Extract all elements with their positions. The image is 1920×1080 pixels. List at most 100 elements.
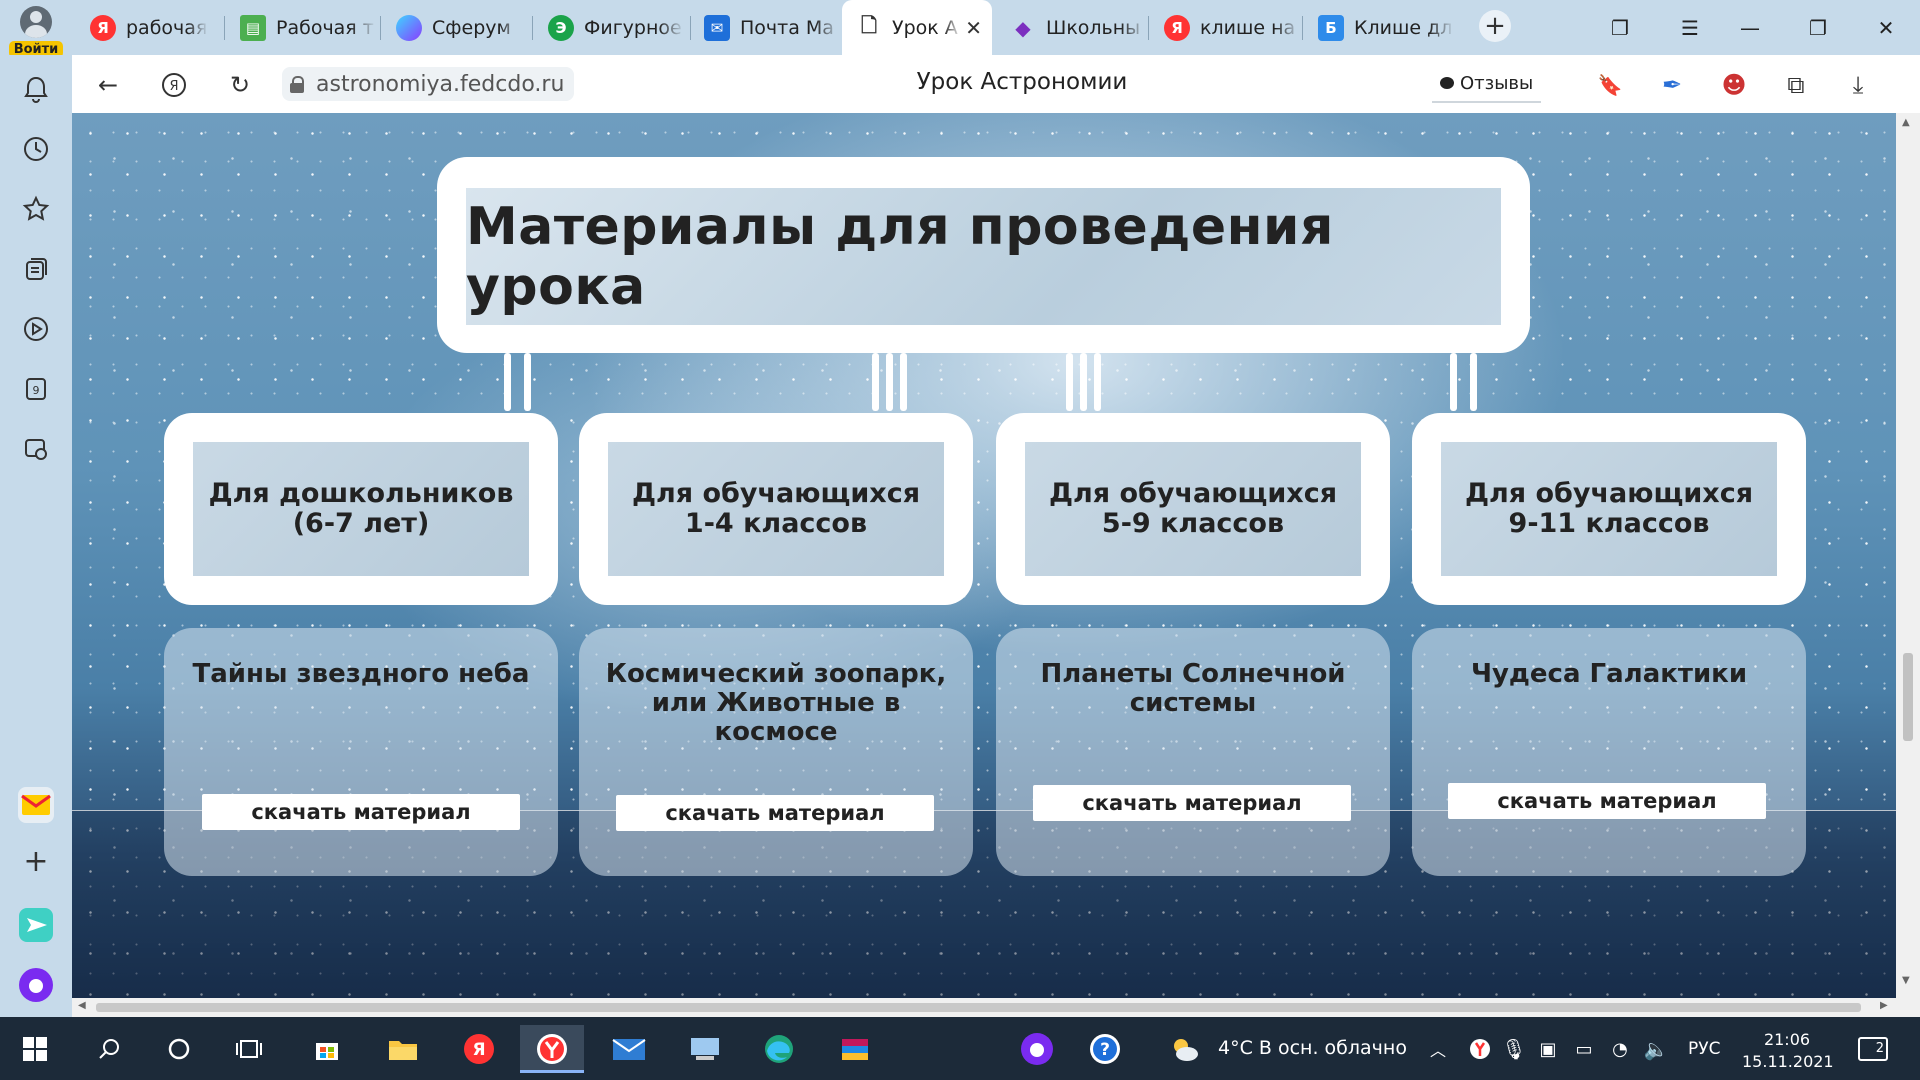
mail-app-icon[interactable] bbox=[18, 787, 54, 823]
remote-desktop-icon[interactable] bbox=[680, 1025, 730, 1073]
extension-game-icon[interactable]: ☻ bbox=[1714, 65, 1754, 105]
scroll-left-icon[interactable]: ◀ bbox=[78, 1000, 86, 1011]
volume-icon[interactable]: 🔈 bbox=[1636, 1025, 1676, 1073]
sferum-icon bbox=[396, 15, 422, 41]
close-window-icon[interactable]: ✕ bbox=[1866, 8, 1906, 48]
play-icon[interactable] bbox=[18, 311, 54, 347]
page-icon: 🗋 bbox=[860, 12, 878, 37]
main-heading: Материалы для проведения урока bbox=[466, 196, 1334, 317]
collections-icon[interactable] bbox=[18, 251, 54, 287]
horizontal-scrollbar[interactable]: ◀ ▶ bbox=[72, 998, 1896, 1017]
bookmark-icon[interactable]: 🔖 bbox=[1590, 65, 1630, 105]
profile-button[interactable]: Войти bbox=[4, 6, 68, 58]
help-icon[interactable]: ? bbox=[1080, 1025, 1130, 1073]
bell-icon[interactable] bbox=[18, 71, 54, 107]
category-label: Для обучающихся 5-9 классов bbox=[1048, 478, 1338, 539]
tab-mail[interactable]: ✉ Почта Ма bbox=[690, 8, 840, 48]
edge-icon[interactable] bbox=[754, 1025, 804, 1073]
extension-quill-icon[interactable]: ✒ bbox=[1652, 65, 1692, 105]
category-label: Для обучающихся 1-4 классов bbox=[631, 478, 921, 539]
page-title: Урок Астрономии bbox=[916, 69, 1128, 95]
category-card-grades-9-11: Для обучающихся 9-11 классов bbox=[1412, 413, 1806, 605]
search-icon[interactable] bbox=[84, 1025, 134, 1073]
alice-icon[interactable] bbox=[18, 967, 54, 1003]
mail-taskbar-icon[interactable] bbox=[604, 1025, 654, 1073]
scroll-down-icon[interactable]: ▼ bbox=[1902, 975, 1910, 986]
calendar-9-icon[interactable]: 9 bbox=[18, 371, 54, 407]
category-card-grades-5-9: Для обучающихся 5-9 классов bbox=[996, 413, 1390, 605]
yandex-app-icon[interactable]: Я bbox=[454, 1025, 504, 1073]
weather-text[interactable]: 4°C В осн. облачно bbox=[1218, 1037, 1407, 1059]
download-material-button[interactable]: скачать материал bbox=[1033, 785, 1351, 821]
screenshot-icon[interactable] bbox=[18, 431, 54, 467]
menu-icon[interactable]: ☰ bbox=[1670, 8, 1710, 48]
download-material-button[interactable]: скачать материал bbox=[202, 794, 520, 830]
add-app-icon[interactable]: + bbox=[18, 843, 54, 879]
back-icon[interactable]: ← bbox=[88, 65, 128, 105]
lock-icon bbox=[290, 76, 304, 93]
tab-yandex-work[interactable]: Я рабочая т bbox=[76, 8, 208, 48]
category-label: Для дошкольников (6-7 лет) bbox=[208, 478, 514, 539]
tab-workbook[interactable]: ▤ Рабочая т bbox=[226, 8, 376, 48]
tab-cliche-for[interactable]: Б Клише дл bbox=[1304, 8, 1454, 48]
topic-card-space-zoo: Космический зоопарк, или Животные в косм… bbox=[579, 628, 973, 876]
yandex-home-icon[interactable]: Я bbox=[154, 65, 194, 105]
restore-icon[interactable]: ❐ bbox=[1798, 8, 1838, 48]
language-indicator[interactable]: РУС bbox=[1688, 1039, 1720, 1059]
topic-title: Тайны звездного неба bbox=[192, 659, 530, 689]
battery-icon[interactable]: ▭ bbox=[1564, 1025, 1604, 1073]
category-card-preschool: Для дошкольников (6-7 лет) bbox=[164, 413, 558, 605]
close-tab-icon[interactable]: ✕ bbox=[965, 16, 982, 40]
file-explorer-icon[interactable] bbox=[378, 1025, 428, 1073]
main-title-frame: Материалы для проведения урока bbox=[437, 157, 1530, 353]
topic-card-galaxy-wonders: Чудеса Галактики скачать материал bbox=[1412, 628, 1806, 876]
book-icon: ▤ bbox=[240, 15, 266, 41]
tab-sferum[interactable]: Сферум bbox=[382, 8, 522, 48]
avatar-icon bbox=[20, 6, 52, 38]
tab-cliche[interactable]: Я клише на bbox=[1150, 8, 1300, 48]
task-view-icon[interactable] bbox=[224, 1025, 274, 1073]
minimize-icon[interactable]: — bbox=[1730, 8, 1770, 48]
star-icon[interactable] bbox=[18, 191, 54, 227]
alice-taskbar-icon[interactable] bbox=[1012, 1025, 1062, 1073]
translate-icon[interactable]: ⧉ bbox=[1776, 65, 1816, 105]
windows-taskbar: Я ? 4°C В осн. облачно ︿ 🎙 ▣ ▭ ◔ 🔈 РУС 2… bbox=[0, 1017, 1920, 1080]
reload-icon[interactable]: ↻ bbox=[220, 65, 260, 105]
download-icon[interactable]: ⤓ bbox=[1838, 65, 1878, 105]
new-tab-button[interactable]: + bbox=[1479, 10, 1511, 42]
tabs-overview-icon[interactable]: ❐ bbox=[1600, 8, 1640, 48]
history-icon[interactable] bbox=[18, 131, 54, 167]
category-label: Для обучающихся 9-11 классов bbox=[1464, 478, 1754, 539]
yandex-icon: Я bbox=[90, 15, 116, 41]
tray-overflow-icon[interactable]: ︿ bbox=[1418, 1025, 1458, 1073]
winrar-icon[interactable] bbox=[830, 1025, 880, 1073]
reviews-button[interactable]: Отзывы bbox=[1432, 65, 1542, 103]
horizontal-scroll-thumb[interactable] bbox=[96, 1003, 1861, 1012]
topic-card-star-sky: Тайны звездного неба скачать материал bbox=[164, 628, 558, 876]
tray-device-icon[interactable]: ▣ bbox=[1528, 1025, 1568, 1073]
weather-icon[interactable] bbox=[1164, 1025, 1204, 1073]
b-icon: Б bbox=[1318, 15, 1344, 41]
windows-start-icon[interactable] bbox=[10, 1025, 60, 1073]
green-circle-icon: Э bbox=[548, 15, 574, 41]
address-bar[interactable]: astronomiya.fedcdo.ru bbox=[282, 67, 575, 101]
connector-decoration bbox=[496, 353, 548, 413]
clock[interactable]: 21:06 15.11.2021 bbox=[1742, 1029, 1834, 1073]
vertical-scrollbar[interactable]: ▲ ▼ bbox=[1896, 113, 1920, 1017]
tab-school[interactable]: ◆ Школьны bbox=[996, 8, 1146, 48]
download-material-button[interactable]: скачать материал bbox=[616, 795, 934, 831]
messenger-icon[interactable] bbox=[18, 907, 54, 943]
scroll-right-icon[interactable]: ▶ bbox=[1880, 1000, 1888, 1011]
notification-center-icon[interactable]: 2 bbox=[1858, 1037, 1888, 1061]
tab-astronomy-lesson[interactable]: 🗋 Урок А ✕ bbox=[842, 0, 992, 55]
cortana-icon[interactable] bbox=[154, 1025, 204, 1073]
vertical-scroll-thumb[interactable] bbox=[1903, 653, 1913, 741]
scroll-up-icon[interactable]: ▲ bbox=[1902, 117, 1910, 128]
download-material-button[interactable]: скачать материал bbox=[1448, 783, 1766, 819]
store-icon[interactable] bbox=[302, 1025, 352, 1073]
yandex-browser-taskbar-icon[interactable] bbox=[520, 1025, 584, 1073]
wifi-icon[interactable]: ◔ bbox=[1600, 1025, 1640, 1073]
tab-figure-skating[interactable]: Э Фигурное bbox=[534, 8, 684, 48]
address-toolbar: ← Я ↻ astronomiya.fedcdo.ru Урок Астроно… bbox=[72, 55, 1920, 113]
svg-text:Я: Я bbox=[169, 79, 178, 94]
